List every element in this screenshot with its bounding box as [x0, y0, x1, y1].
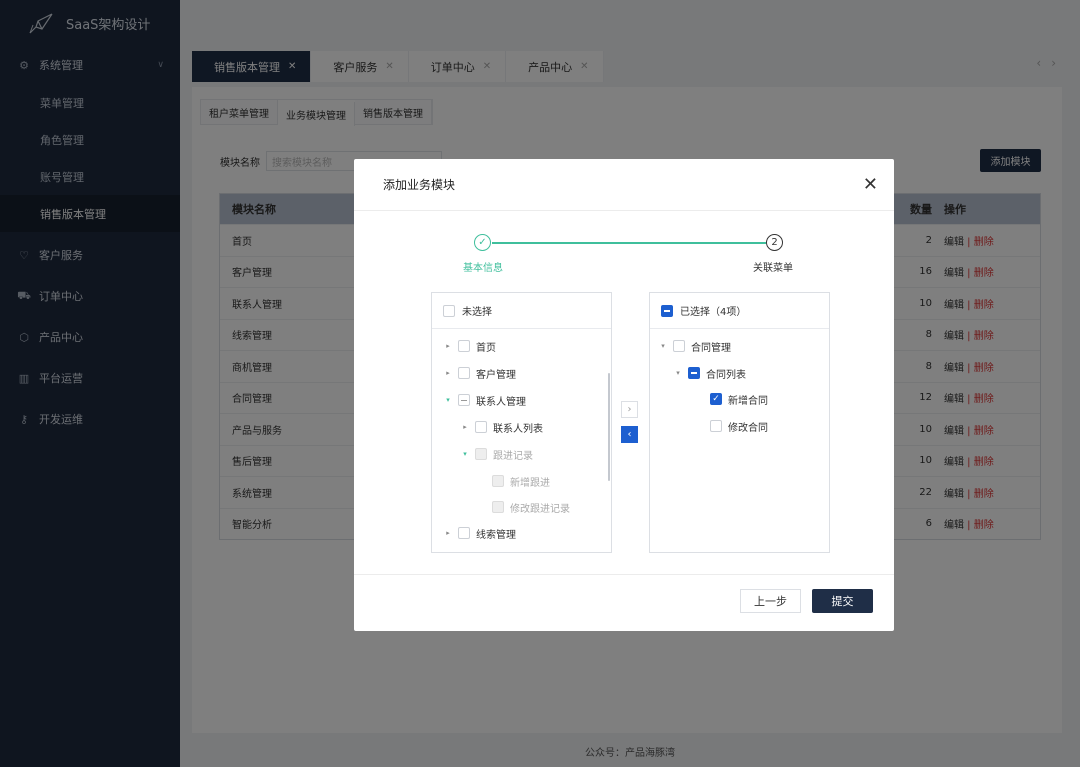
checkbox[interactable]	[710, 420, 722, 432]
checkbox-indeterminate[interactable]	[458, 394, 470, 406]
tree-node-new-contract[interactable]: ✓ 新增合同	[710, 389, 768, 409]
previous-step-button[interactable]: 上一步	[740, 589, 801, 613]
tree-node-contract-list[interactable]: ▾ 合同列表	[674, 363, 746, 383]
collapse-arrow-icon[interactable]: ▾	[444, 396, 452, 404]
chevron-left-icon: ‹	[627, 429, 632, 440]
submit-button[interactable]: 提交	[812, 589, 873, 613]
left-panel-header: 未选择	[432, 293, 611, 329]
checkbox-disabled	[492, 501, 504, 513]
tree-node-leads[interactable]: ▸ 线索管理	[444, 523, 516, 543]
step-2-label: 关联菜单	[753, 263, 793, 274]
select-all-checkbox[interactable]	[443, 304, 455, 317]
tree-node-contact-list[interactable]: ▸ 联系人列表	[461, 417, 543, 437]
move-right-button[interactable]: ›	[621, 401, 638, 418]
expand-arrow-icon[interactable]: ▸	[444, 342, 452, 350]
tree-node-label: 修改合同	[728, 422, 768, 434]
close-icon[interactable]: ✕	[863, 176, 878, 194]
expand-arrow-icon[interactable]: ▸	[444, 369, 452, 377]
tree-node-label: 合同列表	[706, 369, 746, 381]
tree-node-label: 联系人管理	[476, 396, 526, 408]
dialog-title: 添加业务模块	[354, 159, 894, 211]
step-1-label: 基本信息	[463, 263, 503, 274]
tree-node-label: 首页	[476, 342, 496, 354]
select-all-checkbox-indeterminate[interactable]	[661, 304, 673, 317]
expand-arrow-icon[interactable]: ▸	[461, 423, 469, 431]
stepper: ✓ 2 基本信息 关联菜单	[354, 211, 894, 281]
transfer-right-panel: 已选择（4项） ▾ 合同管理 ▾ 合同列表 ✓ 新增合同 修改合同	[649, 292, 830, 553]
left-panel-title: 未选择	[462, 307, 492, 318]
collapse-arrow-icon: ▾	[463, 450, 467, 458]
tree-node-label: 联系人列表	[493, 423, 543, 435]
step-connector	[492, 242, 766, 244]
step-1-check-icon: ✓	[474, 234, 491, 251]
tree-node-edit-contract[interactable]: 修改合同	[710, 416, 768, 436]
tree-node-customer[interactable]: ▸ 客户管理	[444, 363, 516, 383]
scrollbar[interactable]	[608, 373, 610, 481]
move-left-button[interactable]: ‹	[621, 426, 638, 443]
tree-node-label: 新增合同	[728, 395, 768, 407]
tree-node-followup: ▾ 跟进记录	[461, 444, 533, 464]
checkbox-checked[interactable]: ✓	[710, 393, 722, 405]
tree-node-contacts[interactable]: ▾ 联系人管理	[444, 390, 526, 410]
checkbox-disabled	[475, 448, 487, 460]
checkbox-indeterminate[interactable]	[688, 367, 700, 379]
step-2-number: 2	[766, 234, 783, 251]
tree-node-label: 修改跟进记录	[510, 503, 570, 515]
tree-node-label: 合同管理	[691, 342, 731, 354]
tree-node-contract[interactable]: ▾ 合同管理	[659, 336, 731, 356]
tree-node-label: 线索管理	[476, 529, 516, 541]
tree-node-label: 客户管理	[476, 369, 516, 381]
dialog-footer: 上一步 提交	[354, 574, 894, 631]
checkbox[interactable]	[458, 367, 470, 379]
collapse-arrow-icon[interactable]: ▾	[659, 342, 667, 350]
checkbox[interactable]	[458, 527, 470, 539]
checkbox-disabled	[492, 475, 504, 487]
add-module-dialog: 添加业务模块 ✕ ✓ 2 基本信息 关联菜单 未选择 ▸ 首页 ▸ 客户管理 ▾ 联系…	[354, 159, 894, 631]
right-panel-title: 已选择（4项）	[680, 307, 747, 318]
checkbox[interactable]	[475, 421, 487, 433]
checkbox[interactable]	[673, 340, 685, 352]
right-panel-header: 已选择（4项）	[650, 293, 829, 329]
checkbox[interactable]	[458, 340, 470, 352]
tree-node-edit-followup: 修改跟进记录	[492, 497, 570, 517]
collapse-arrow-icon[interactable]: ▾	[674, 369, 682, 377]
tree-node-label: 跟进记录	[493, 450, 533, 462]
tree-node-label: 新增跟进	[510, 477, 550, 489]
transfer-left-panel: 未选择 ▸ 首页 ▸ 客户管理 ▾ 联系人管理 ▸ 联系人列表 ▾ 跟进记录 新增跟进 修…	[431, 292, 612, 553]
tree-node-new-followup: 新增跟进	[492, 471, 550, 491]
expand-arrow-icon[interactable]: ▸	[444, 529, 452, 537]
chevron-right-icon: ›	[627, 404, 632, 415]
tree-node-home[interactable]: ▸ 首页	[444, 336, 496, 356]
